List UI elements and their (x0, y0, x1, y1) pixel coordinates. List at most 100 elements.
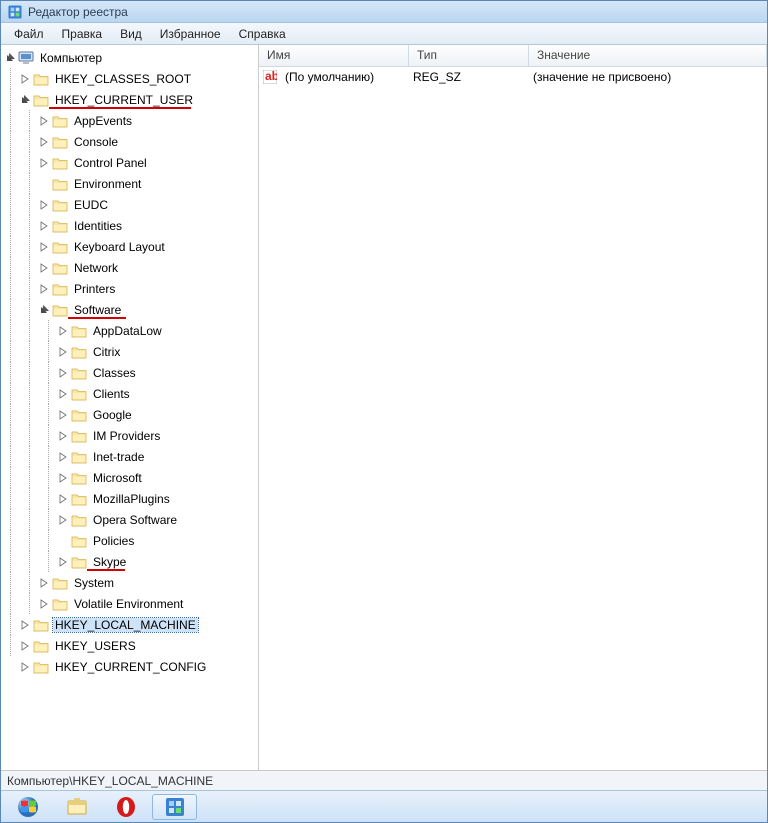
folder-icon (52, 240, 68, 254)
menu-help[interactable]: Справка (230, 25, 295, 43)
chevron-right-icon[interactable] (39, 221, 49, 231)
tree-panel[interactable]: Компьютер HKEY_CLASSES_ROOT (1, 45, 259, 770)
computer-icon (18, 50, 34, 66)
chevron-right-icon[interactable] (20, 74, 30, 84)
taskbar-regedit[interactable] (152, 794, 197, 820)
windows-start-icon (17, 796, 39, 818)
chevron-down-icon[interactable] (20, 95, 30, 105)
folder-icon (71, 471, 87, 485)
tree-hkcu-appevents[interactable]: AppEvents (1, 110, 258, 131)
list-body[interactable]: (По умолчанию) REG_SZ (значение не присв… (259, 67, 767, 770)
tree-label: Google (91, 408, 134, 422)
tree-label: Компьютер (38, 51, 104, 65)
tree-hkcu-controlpanel[interactable]: Control Panel (1, 152, 258, 173)
tree-software-appdatalow[interactable]: AppDataLow (1, 320, 258, 341)
folder-icon (71, 534, 87, 548)
folder-icon (52, 156, 68, 170)
folder-icon (52, 597, 68, 611)
tree-hkcu-keyboard[interactable]: Keyboard Layout (1, 236, 258, 257)
tree-software-clients[interactable]: Clients (1, 383, 258, 404)
tree-label: Printers (72, 282, 117, 296)
tree-hkcu-system[interactable]: System (1, 572, 258, 593)
list-row[interactable]: (По умолчанию) REG_SZ (значение не присв… (259, 67, 767, 87)
tree-hkcu-identities[interactable]: Identities (1, 215, 258, 236)
values-panel: Имя Тип Значение (По умолчанию) REG_SZ (… (259, 45, 767, 770)
chevron-right-icon[interactable] (58, 326, 68, 336)
titlebar[interactable]: Редактор реестра (1, 1, 767, 23)
col-header-name[interactable]: Имя (259, 45, 409, 66)
chevron-right-icon[interactable] (58, 389, 68, 399)
tree-software-skype[interactable]: Skype (1, 551, 258, 572)
tree-software[interactable]: Software (1, 299, 258, 320)
chevron-down-icon[interactable] (39, 305, 49, 315)
explorer-icon (66, 796, 88, 818)
chevron-right-icon[interactable] (58, 557, 68, 567)
tree-software-improviders[interactable]: IM Providers (1, 425, 258, 446)
tree-hkcu-environment[interactable]: Environment (1, 173, 258, 194)
chevron-right-icon[interactable] (58, 452, 68, 462)
tree-hkcu-printers[interactable]: Printers (1, 278, 258, 299)
tree-hkcu-network[interactable]: Network (1, 257, 258, 278)
chevron-right-icon[interactable] (39, 284, 49, 294)
start-button[interactable] (5, 794, 50, 820)
col-header-value[interactable]: Значение (529, 45, 767, 66)
tree-software-classes[interactable]: Classes (1, 362, 258, 383)
chevron-right-icon[interactable] (58, 431, 68, 441)
chevron-right-icon[interactable] (39, 200, 49, 210)
folder-icon (52, 198, 68, 212)
tree-hkcu-volatile[interactable]: Volatile Environment (1, 593, 258, 614)
chevron-right-icon[interactable] (58, 473, 68, 483)
chevron-right-icon[interactable] (58, 368, 68, 378)
chevron-down-icon[interactable] (5, 53, 15, 63)
menu-favorites[interactable]: Избранное (151, 25, 230, 43)
chevron-right-icon[interactable] (39, 263, 49, 273)
tree-hkcu-console[interactable]: Console (1, 131, 258, 152)
taskbar-opera[interactable] (103, 794, 148, 820)
chevron-right-icon[interactable] (20, 641, 30, 651)
menubar: Файл Правка Вид Избранное Справка (1, 23, 767, 45)
chevron-right-icon[interactable] (58, 410, 68, 420)
cell-value: (значение не присвоено) (527, 69, 767, 85)
tree-software-google[interactable]: Google (1, 404, 258, 425)
tree-software-opera[interactable]: Opera Software (1, 509, 258, 530)
chevron-right-icon[interactable] (58, 494, 68, 504)
content-area: Компьютер HKEY_CLASSES_ROOT (1, 45, 767, 770)
chevron-right-icon[interactable] (20, 620, 30, 630)
chevron-right-icon[interactable] (39, 116, 49, 126)
tree-software-policies[interactable]: Policies (1, 530, 258, 551)
tree-software-mozilla[interactable]: MozillaPlugins (1, 488, 258, 509)
menu-view[interactable]: Вид (111, 25, 151, 43)
tree-label: Environment (72, 177, 143, 191)
tree-software-microsoft[interactable]: Microsoft (1, 467, 258, 488)
tree-label: Policies (91, 534, 136, 548)
chevron-right-icon[interactable] (58, 515, 68, 525)
chevron-right-icon[interactable] (39, 599, 49, 609)
chevron-right-icon[interactable] (39, 578, 49, 588)
tree-label: System (72, 576, 116, 590)
chevron-right-icon[interactable] (39, 137, 49, 147)
menu-edit[interactable]: Правка (53, 25, 112, 43)
chevron-right-icon[interactable] (20, 662, 30, 672)
taskbar-explorer[interactable] (54, 794, 99, 820)
tree-hkcr[interactable]: HKEY_CLASSES_ROOT (1, 68, 258, 89)
col-header-type[interactable]: Тип (409, 45, 529, 66)
folder-icon (52, 282, 68, 296)
tree-hklm[interactable]: HKEY_LOCAL_MACHINE (1, 614, 258, 635)
tree-label: MozillaPlugins (91, 492, 172, 506)
chevron-right-icon[interactable] (39, 242, 49, 252)
tree-hkcu-eudc[interactable]: EUDC (1, 194, 258, 215)
tree-hkcu[interactable]: HKEY_CURRENT_USER (1, 89, 258, 110)
folder-icon (33, 72, 49, 86)
tree-label: HKEY_CURRENT_CONFIG (53, 660, 208, 674)
chevron-right-icon[interactable] (58, 347, 68, 357)
tree-software-inettrade[interactable]: Inet-trade (1, 446, 258, 467)
folder-icon (52, 219, 68, 233)
tree-label: Opera Software (91, 513, 179, 527)
menu-file[interactable]: Файл (5, 25, 53, 43)
tree-root-computer[interactable]: Компьютер (1, 47, 258, 68)
tree-hkcc[interactable]: HKEY_CURRENT_CONFIG (1, 656, 258, 677)
tree-hku[interactable]: HKEY_USERS (1, 635, 258, 656)
tree-software-citrix[interactable]: Citrix (1, 341, 258, 362)
chevron-right-icon[interactable] (39, 158, 49, 168)
tree-label: Software (72, 303, 123, 317)
